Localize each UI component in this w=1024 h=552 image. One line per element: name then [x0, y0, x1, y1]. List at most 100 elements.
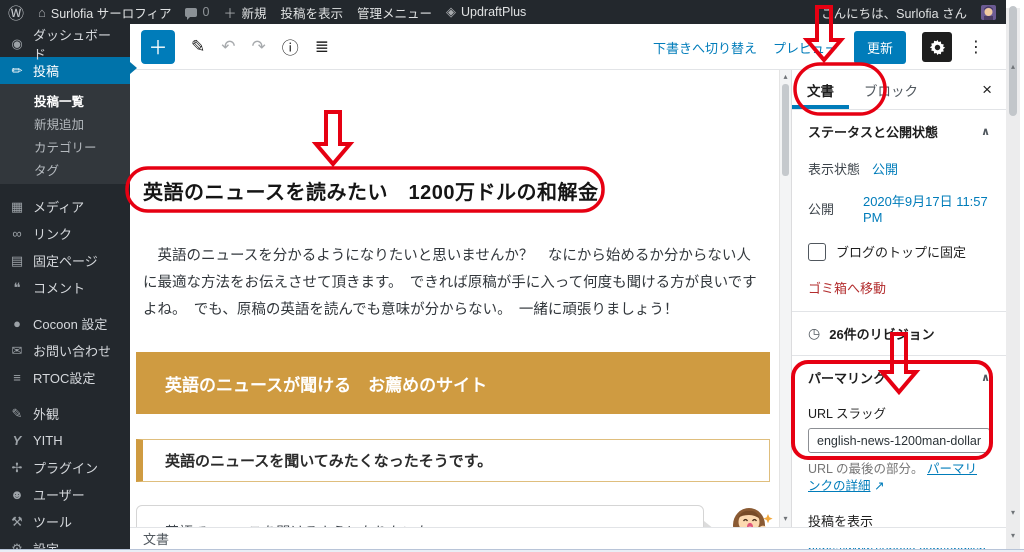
home-icon: ⌂ [38, 4, 46, 20]
sidebar-item-dashboard[interactable]: ◉ ダッシュボード [0, 28, 130, 62]
admin-bar-right: こんにちは、Surlofia さん [821, 3, 996, 22]
editor-area: 英語のニュースを読みたい 1200万ドルの和解金 英語のニュースを分かるようにな… [130, 70, 791, 527]
speech-bubble-text[interactable]: 英語でニュースを聞けるようになりたいな。 [136, 505, 704, 527]
outline-icon[interactable]: ≣ [315, 37, 329, 57]
revisions-row[interactable]: ◷ 26件のリビジョン [792, 311, 1006, 356]
sidebar-item-tools[interactable]: ⚒ ツール [0, 508, 130, 535]
redo-icon[interactable]: ↷ [252, 37, 266, 57]
undo-icon[interactable]: ↶ [221, 37, 235, 57]
pushpin-icon: ✏ [11, 62, 23, 78]
heading2-block[interactable]: 英語のニュースが聞ける お薦めのサイト [136, 352, 770, 414]
sidebar-label: 固定ページ [33, 254, 98, 269]
scroll-up-arrow-icon[interactable]: ▴ [780, 72, 791, 81]
tab-document[interactable]: 文書 [792, 70, 849, 109]
sticky-checkbox[interactable] [808, 242, 826, 261]
sidebar-item-cocoon-settings[interactable]: ● Cocoon 設定 [0, 310, 130, 337]
status-visibility-section-header[interactable]: ステータスと公開状態 ∧ [792, 110, 1006, 153]
submenu-item-tags[interactable]: タグ [0, 156, 130, 179]
plus-icon: ＋ [223, 5, 237, 21]
site-name-menu[interactable]: ⌂ Surlofia サーロフィア [38, 3, 171, 22]
scroll-down-arrow-icon[interactable]: ▾ [780, 514, 791, 523]
editor-canvas[interactable]: 英語のニュースを読みたい 1200万ドルの和解金 英語のニュースを分かるようにな… [130, 70, 779, 527]
scrollbar-thumb[interactable] [782, 84, 789, 176]
block-inserter-button[interactable]: ＋ [141, 29, 175, 64]
close-panel-icon[interactable]: × [968, 70, 1006, 109]
update-button[interactable]: 更新 [853, 30, 906, 64]
sidebar-item-media[interactable]: ▦ メディア [0, 193, 130, 220]
heading3-text: 英語のニュースを聞いてみたくなったそうです。 [165, 453, 493, 470]
edit-mode-pencil-icon[interactable]: ✎ [191, 37, 205, 57]
menu-spacer [0, 301, 130, 310]
admin-side-menu: ◉ ダッシュボード ✏ 投稿 投稿一覧 新規追加 カテゴリー タグ ▦ メディア… [0, 24, 130, 552]
sidebar-label: ツール [33, 515, 73, 530]
url-slug-input[interactable] [808, 428, 990, 453]
sidebar-item-users[interactable]: ☻ ユーザー [0, 481, 130, 508]
publish-date-link[interactable]: 2020年9月17日 11:57 PM [863, 191, 990, 225]
editor-toolbar: ＋ ✎ ↶ ↷ ⓘ ≣ 下書きへ切り替え プレビュー 更新 ⋮ [130, 24, 1006, 70]
post-paragraph[interactable]: 英語のニュースを分かるようになりたいと思いませんか？ なにから始めるか分からない… [143, 243, 763, 324]
visibility-row: 表示状態 公開 [792, 153, 1006, 185]
sidebar-item-yith[interactable]: Y YITH [0, 427, 130, 454]
section-title: ステータスと公開状態 [808, 125, 939, 140]
permalink-section-header[interactable]: パーマリンク ∧ [792, 356, 1006, 399]
scrollbar-thumb[interactable] [1009, 6, 1017, 116]
menu-spacer [0, 391, 130, 400]
comments-menu[interactable]: 0 [185, 5, 209, 20]
active-menu-arrow [130, 62, 143, 74]
scroll-down-arrow-icon[interactable]: ▾ [1006, 531, 1020, 540]
panel-tabs: 文書 ブロック × [792, 70, 1006, 110]
brush-icon: ✎ [11, 405, 23, 421]
chevron-up-icon[interactable]: ∧ [981, 125, 990, 138]
sidebar-label: リンク [33, 227, 73, 242]
post-title[interactable]: 英語のニュースを読みたい 1200万ドルの和解金 [143, 176, 759, 205]
sidebar-label: プラグイン [33, 461, 99, 476]
section-title: パーマリンク [808, 371, 887, 386]
chevron-up-icon[interactable]: ∧ [981, 371, 990, 384]
submenu-item-categories[interactable]: カテゴリー [0, 133, 130, 156]
sidebar-item-comments[interactable]: ❝ コメント [0, 274, 130, 301]
new-content-menu[interactable]: ＋ 新規 [223, 3, 266, 22]
howdy-menu[interactable]: こんにちは、Surlofia さん [821, 3, 967, 22]
more-options-icon[interactable]: ⋮ [968, 37, 984, 57]
editor-scrollbar[interactable]: ▴ ▾ [779, 70, 791, 527]
settings-gear-button[interactable] [922, 32, 952, 62]
admin-bar: Ⓦ ⌂ Surlofia サーロフィア 0 ＋ 新規 投稿を表示 管理メニュー … [0, 0, 1006, 24]
sidebar-item-plugins[interactable]: ✢ プラグイン [0, 454, 130, 481]
heading3-block[interactable]: 英語のニュースを聞いてみたくなったそうです。 [136, 439, 770, 482]
updraftplus-menu[interactable]: ◈ UpdraftPlus [446, 4, 526, 20]
submenu-item-post-list[interactable]: 投稿一覧 [0, 87, 130, 110]
slug-help-text: URL の最後の部分。 パーマリンクの詳細 ↗ [792, 453, 1002, 495]
sidebar-item-pages[interactable]: ▤ 固定ページ [0, 247, 130, 274]
url-slug-label: URL スラッグ [808, 407, 887, 421]
external-link-icon: ↗ [874, 479, 885, 493]
new-label: 新規 [241, 6, 267, 21]
pages-icon: ▤ [10, 252, 24, 268]
move-to-trash-button[interactable]: ゴミ箱へ移動 [792, 267, 1006, 311]
details-info-icon[interactable]: ⓘ [282, 34, 299, 59]
tab-block[interactable]: ブロック [849, 70, 933, 109]
sidebar-item-appearance[interactable]: ✎ 外観 [0, 400, 130, 427]
sidebar-label: 外観 [33, 407, 60, 422]
visibility-label: 表示状態 [808, 162, 861, 177]
scroll-down-arrow-icon[interactable]: ▾ [1006, 508, 1020, 517]
admin-menu-item[interactable]: 管理メニュー [357, 3, 432, 22]
submenu-item-add-new[interactable]: 新規追加 [0, 110, 130, 133]
clock-icon: ◷ [808, 325, 821, 341]
sidebar-item-links[interactable]: ∞ リンク [0, 220, 130, 247]
tools-icon: ⚒ [11, 513, 23, 529]
wordpress-logo-icon[interactable]: Ⓦ [8, 0, 24, 24]
switch-to-draft-button[interactable]: 下書きへ切り替え [653, 38, 757, 57]
browser-scrollbar[interactable]: ▴ ▾ ▾ [1006, 0, 1022, 552]
view-post-menu[interactable]: 投稿を表示 [280, 3, 343, 22]
speech-bubble-block[interactable]: 英語でニュースを聞けるようになりたいな。 [136, 505, 779, 527]
preview-button[interactable]: プレビュー [773, 38, 838, 57]
sidebar-label: メディア [33, 200, 85, 215]
user-avatar[interactable] [981, 4, 996, 20]
sidebar-item-contact[interactable]: ✉ お問い合わせ [0, 337, 130, 364]
sidebar-item-rtoc-settings[interactable]: ≡ RTOC設定 [0, 364, 130, 391]
sidebar-label: ダッシュボード [33, 27, 112, 62]
scroll-up-arrow-icon[interactable]: ▴ [1006, 62, 1020, 71]
sticky-label: ブログのトップに固定 [836, 245, 967, 260]
circle-icon: ● [13, 316, 21, 331]
visibility-value-link[interactable]: 公開 [872, 159, 898, 178]
